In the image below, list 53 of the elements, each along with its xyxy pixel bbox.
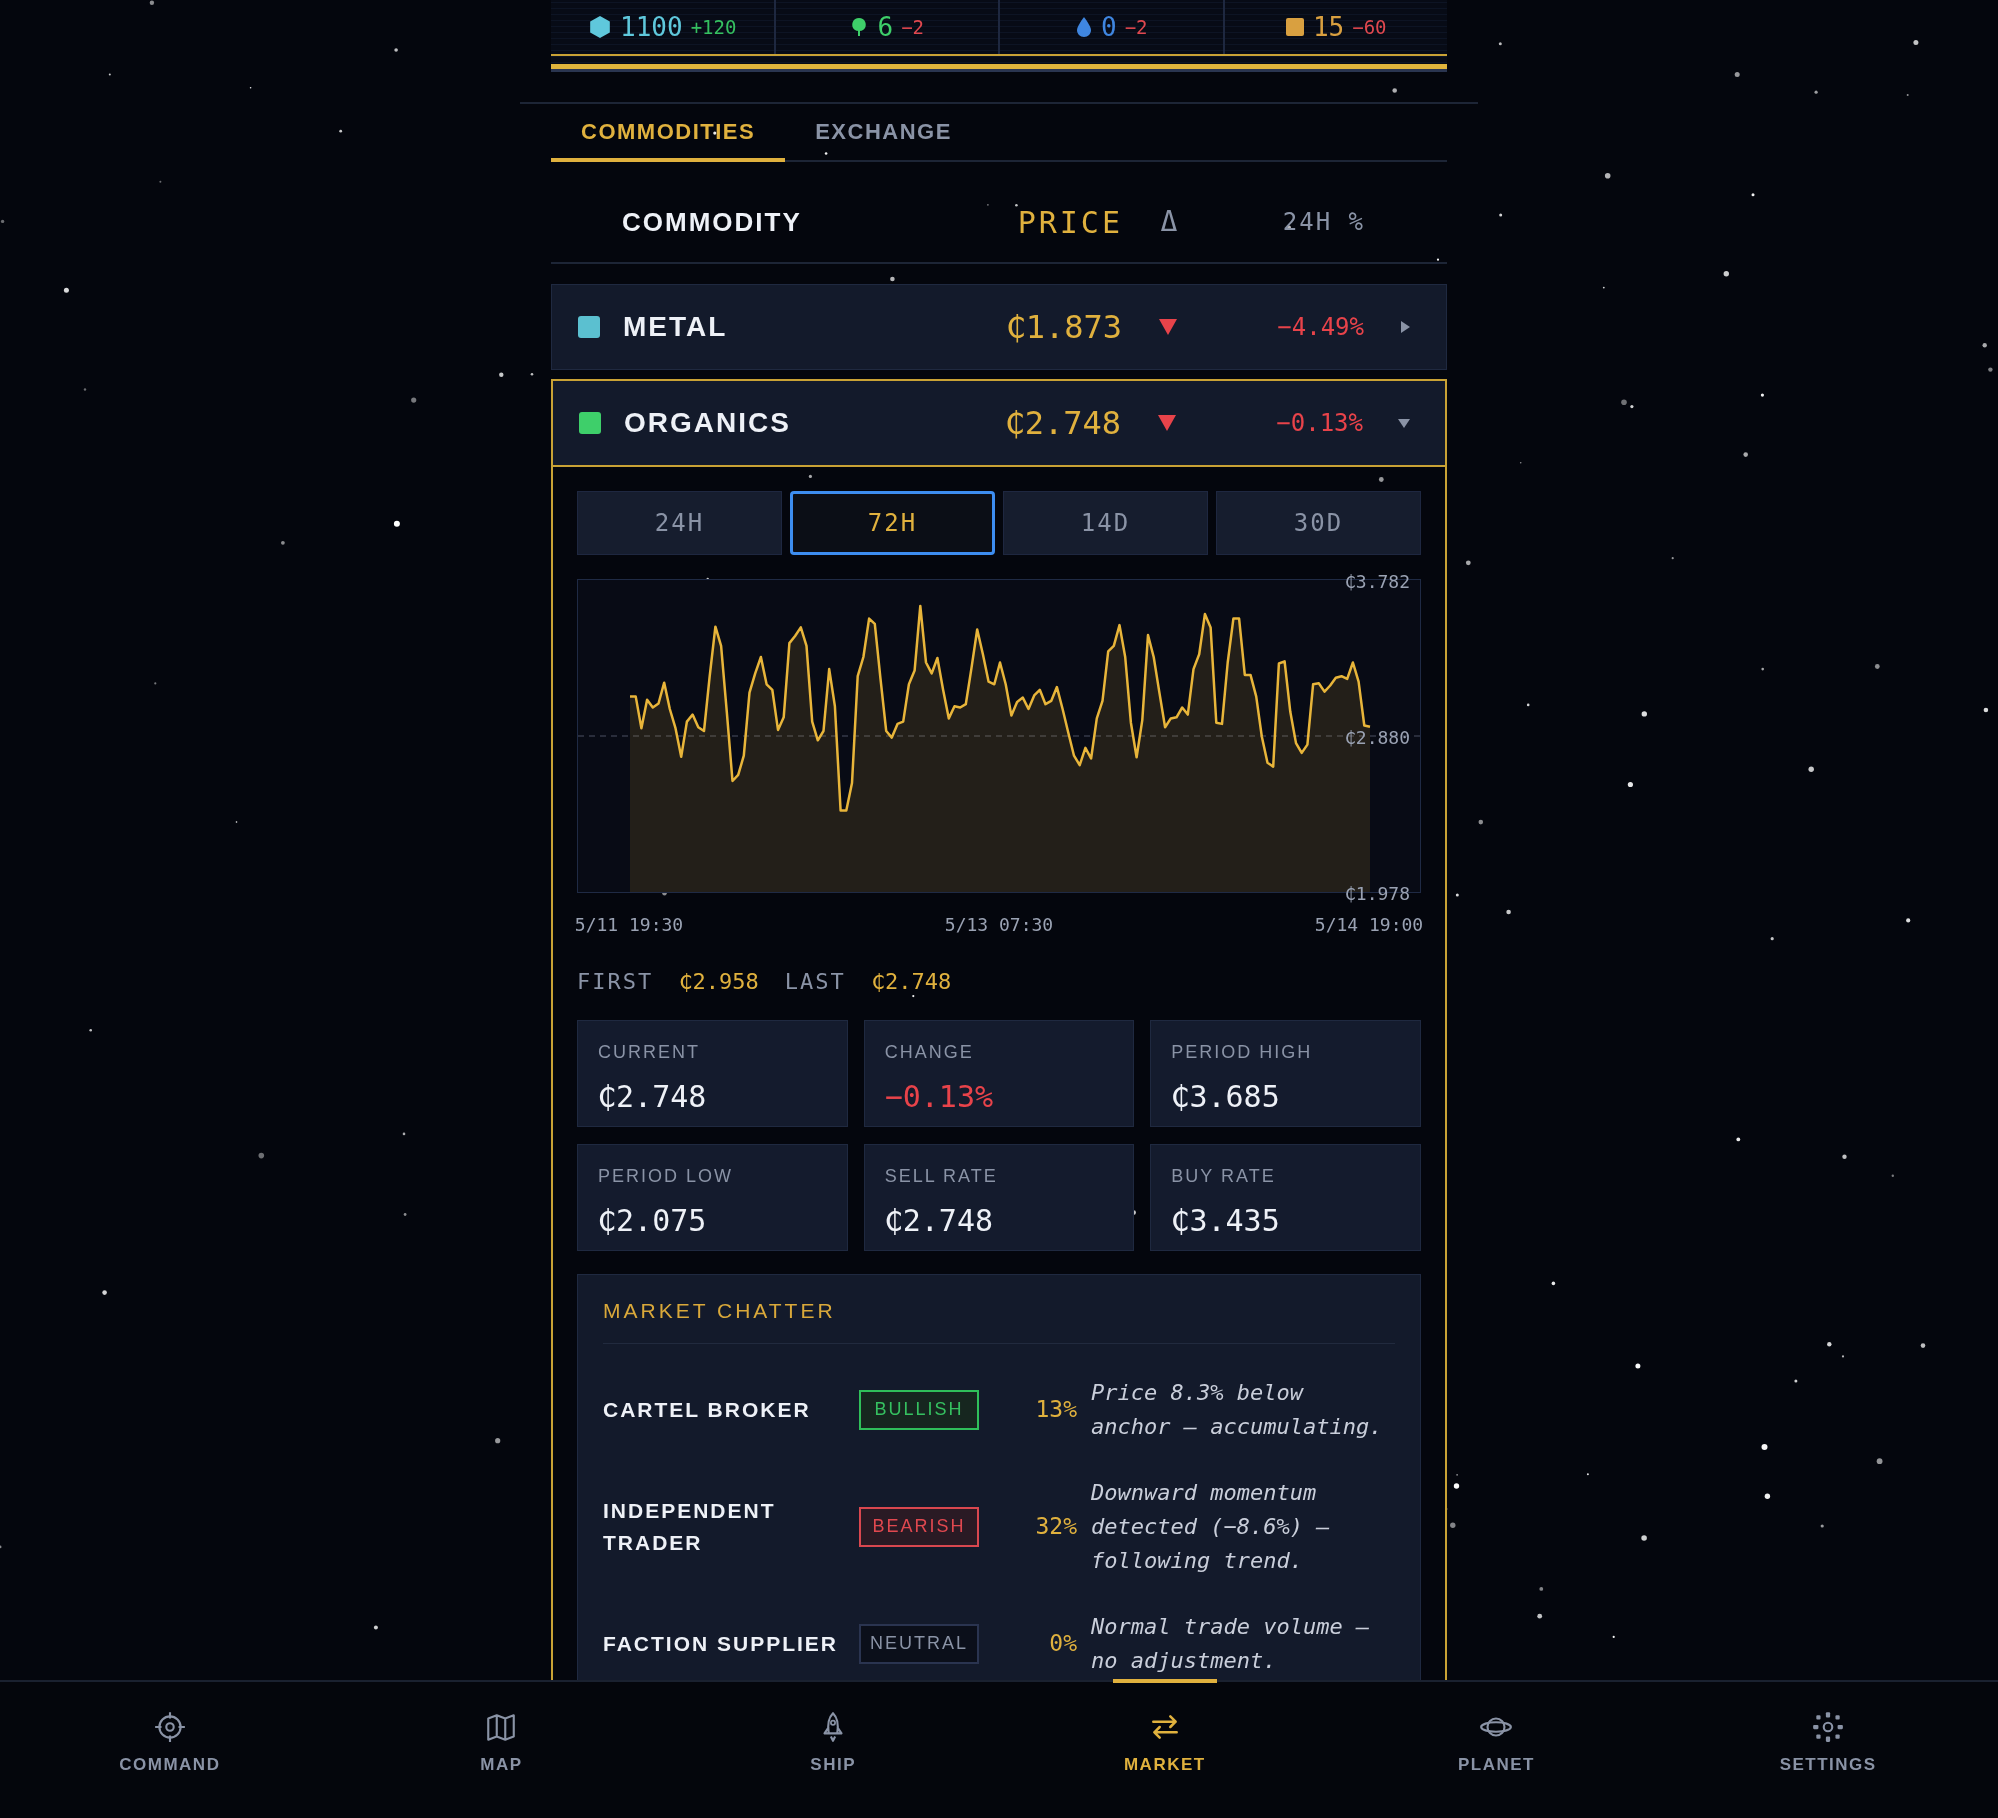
resource-amount: 15 xyxy=(1312,10,1345,44)
resource-amount: 6 xyxy=(877,10,894,44)
resource-delta: −60 xyxy=(1352,14,1387,40)
stat-label: CURRENT xyxy=(598,1041,701,1064)
last-label: LAST xyxy=(784,968,846,996)
resource-amount: 1100 xyxy=(620,10,683,44)
resource-delta: +120 xyxy=(690,14,737,40)
commodity-price: ₵1.873 xyxy=(1005,307,1122,348)
stat-label: BUY RATE xyxy=(1171,1165,1277,1188)
share-percent: 13% xyxy=(1034,1395,1077,1425)
resource-delta: −2 xyxy=(1124,14,1148,40)
stance-badge: BEARISH xyxy=(859,1506,979,1547)
stat-label: SELL RATE xyxy=(884,1165,999,1188)
resource-amount: 0 xyxy=(1100,10,1117,44)
stance-badge: BULLISH xyxy=(859,1389,979,1430)
column-header: 24H % xyxy=(1281,207,1365,238)
chatter-title: MARKET CHATTER xyxy=(603,1295,1395,1344)
stat-label: CHANGE xyxy=(884,1041,975,1064)
column-header: Δ xyxy=(1159,204,1179,240)
stat-value: ₵2.748 xyxy=(884,1202,995,1240)
commodity-name: METAL xyxy=(623,311,728,342)
chatter-comment: Downward momentum detected (−8.6%) — following trend. xyxy=(1091,1478,1331,1575)
y-axis-label: ₵3.782 xyxy=(1344,570,1410,594)
first-label: FIRST xyxy=(577,968,654,996)
x-axis-label: 5/11 19:30 xyxy=(574,913,684,937)
trader-name: INDEPENDENT TRADER xyxy=(603,1498,776,1554)
share-percent: 32% xyxy=(1034,1512,1077,1542)
resource-delta: −2 xyxy=(901,14,924,40)
stat-value: ₵3.435 xyxy=(1171,1202,1281,1240)
first-price: ₵2.958 xyxy=(679,968,759,996)
y-axis-label: ₵1.978 xyxy=(1344,882,1410,906)
stat-value: ₵2.748 xyxy=(598,1078,708,1116)
stat-value: ₵2.075 xyxy=(598,1202,708,1240)
chatter-comment: Normal trade volume — no adjustment. xyxy=(1091,1612,1371,1675)
stat-label: PERIOD HIGH xyxy=(1171,1041,1314,1064)
last-price: ₵2.748 xyxy=(871,968,952,996)
x-axis-label: 5/13 07:30 xyxy=(944,913,1054,937)
stance-badge: NEUTRAL xyxy=(859,1623,979,1664)
change-percent: −0.13% xyxy=(1275,408,1363,439)
column-header: PRICE xyxy=(1016,203,1123,242)
stat-value: ₵3.685 xyxy=(1171,1078,1281,1116)
change-percent: −4.49% xyxy=(1276,312,1364,343)
commodity-name: ORGANICS xyxy=(624,407,791,438)
trader-name: CARTEL BROKER xyxy=(603,1397,811,1421)
commodity-price: ₵2.748 xyxy=(1004,403,1121,444)
share-percent: 0% xyxy=(1048,1629,1077,1659)
x-axis-label: 5/14 19:00 xyxy=(1314,913,1424,937)
stat-label: PERIOD LOW xyxy=(598,1165,734,1188)
trader-name: FACTION SUPPLIER xyxy=(603,1631,839,1655)
chatter-comment: Price 8.3% below anchor — accumulating. xyxy=(1091,1378,1384,1441)
y-axis-label: ₵2.880 xyxy=(1344,726,1410,750)
column-header: COMMODITY xyxy=(622,206,802,237)
stat-value: −0.13% xyxy=(884,1078,995,1116)
